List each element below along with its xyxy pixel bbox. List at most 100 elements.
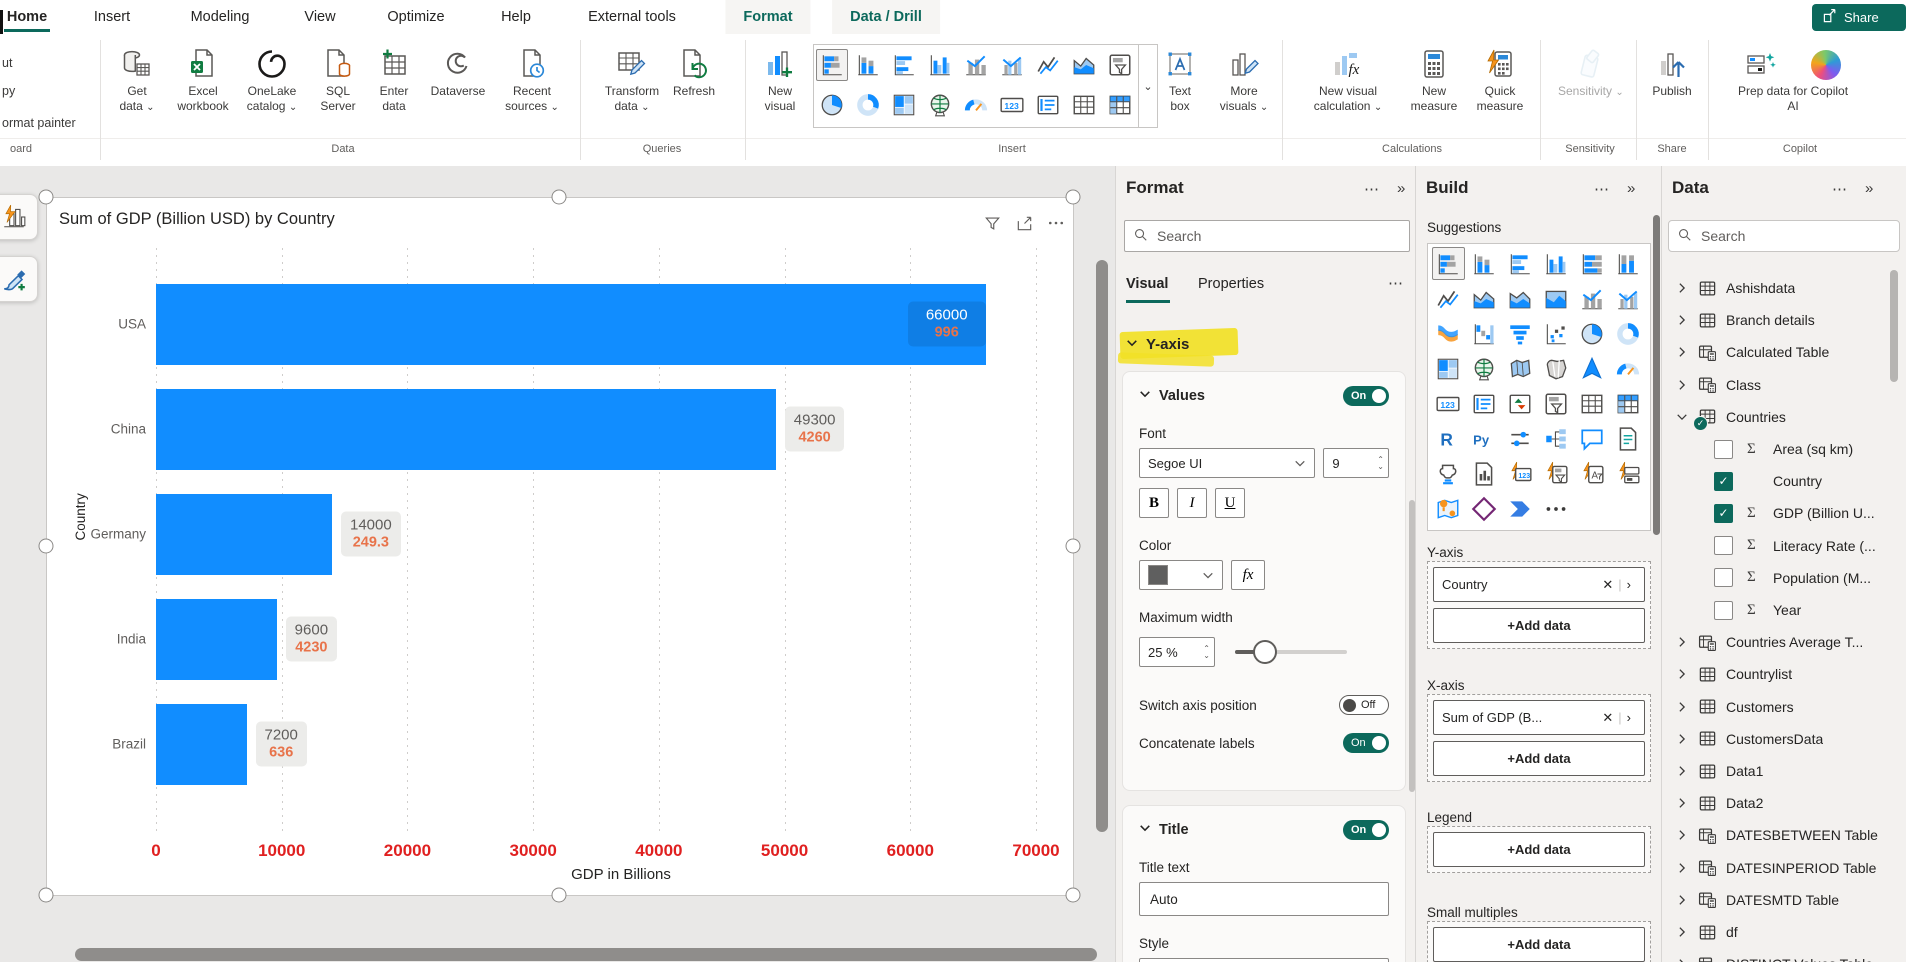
chevron-right-icon[interactable]	[1676, 829, 1690, 841]
visual-type-field-parameters[interactable]	[1505, 423, 1536, 454]
chevron-right-icon[interactable]	[1676, 862, 1690, 874]
chevron-right-icon[interactable]	[1676, 958, 1690, 962]
tab-visual[interactable]: Visual	[1126, 276, 1168, 292]
table-row-data1[interactable]: Data1	[1662, 756, 1894, 786]
ribbon-button-sql-server[interactable]: SQL Server	[306, 42, 370, 113]
visual-type-new-slicer[interactable]	[1541, 458, 1572, 489]
visual-type-new-card[interactable]: 123	[1505, 458, 1536, 489]
title-toggle[interactable]: On	[1343, 820, 1389, 840]
chevron-right-icon[interactable]	[1676, 765, 1690, 777]
bold-button[interactable]: B	[1139, 488, 1169, 518]
ribbon-button-new-visual[interactable]: New visual	[748, 42, 812, 113]
bar-china[interactable]	[156, 388, 776, 470]
visual-type-smart-narrative[interactable]	[1613, 423, 1644, 454]
donut-visual-icon[interactable]	[853, 90, 883, 120]
visual-type-table[interactable]	[1577, 388, 1608, 419]
table-row-countrylist[interactable]: Countrylist	[1662, 659, 1894, 689]
visual-resize-handle[interactable]	[1065, 189, 1081, 205]
visual-type-new-button-slicer[interactable]	[1613, 458, 1644, 489]
field-row-country[interactable]: ✓ Country	[1662, 466, 1894, 496]
slicer-visual-icon[interactable]	[1105, 50, 1135, 80]
remove-field-icon[interactable]: ✕	[1597, 710, 1618, 726]
chevron-right-icon[interactable]	[1676, 733, 1690, 745]
menu-tab-help[interactable]: Help	[501, 0, 531, 34]
field-checkbox[interactable]: ✓	[1714, 503, 1733, 523]
visual-type-donut[interactable]	[1613, 318, 1644, 349]
table-row-countries-average-t-[interactable]: Countries Average T...	[1662, 627, 1894, 657]
field-options-icon[interactable]: ›	[1622, 577, 1636, 592]
on-object-format-button[interactable]	[0, 256, 38, 302]
ribbon-button-new-visual-calculation[interactable]: fx New visual calculation ⌄	[1292, 42, 1404, 115]
visual-type-100-stacked-bar[interactable]	[1577, 248, 1608, 279]
field-pill[interactable]: Country ✕ | ›	[1433, 567, 1645, 602]
visual-type-treemap[interactable]	[1433, 353, 1464, 384]
table-row-datesmtd-table[interactable]: DATESMTD Table	[1662, 885, 1894, 915]
on-object-add-visual-button[interactable]	[0, 194, 38, 240]
visual-resize-handle[interactable]	[38, 887, 54, 903]
field-checkbox[interactable]	[1714, 600, 1733, 620]
style-select[interactable]	[1139, 958, 1389, 962]
section-y-axis[interactable]: Y-axis	[1126, 336, 1189, 353]
more-options-icon[interactable]: ⋯	[1594, 180, 1610, 198]
ribbon-button-new-measure[interactable]: New measure	[1402, 42, 1466, 113]
chevron-right-icon[interactable]	[1676, 346, 1690, 358]
visual-type-paginated-report[interactable]	[1469, 458, 1500, 489]
more-options-icon[interactable]: ⋯	[1388, 274, 1404, 292]
table-visual-icon[interactable]	[1069, 90, 1099, 120]
format-search-box[interactable]	[1124, 220, 1410, 252]
visual-type-azure-map[interactable]	[1577, 353, 1608, 384]
ribbon-button-sensitivity[interactable]: Sensitivity ⌄	[1558, 42, 1624, 101]
table-row-customersdata[interactable]: CustomersData	[1662, 724, 1894, 754]
concatenate-labels-toggle[interactable]: On	[1343, 733, 1389, 753]
menu-tab-optimize[interactable]: Optimize	[387, 0, 444, 34]
visual-type-card[interactable]: 123	[1433, 388, 1464, 419]
values-card-header[interactable]: Values On	[1139, 386, 1389, 406]
ribbon-button-more-visuals[interactable]: More visuals ⌄	[1212, 42, 1276, 115]
line-visual-icon[interactable]	[1033, 50, 1063, 80]
visual-type-power-apps[interactable]	[1469, 493, 1500, 524]
table-row-data2[interactable]: Data2	[1662, 788, 1894, 818]
add-data-button[interactable]: +Add data	[1433, 608, 1645, 643]
field-row-population-m-[interactable]: Σ Population (M...	[1662, 563, 1894, 593]
visual-resize-handle[interactable]	[1065, 887, 1081, 903]
field-checkbox[interactable]	[1714, 568, 1733, 588]
ribbon-button-refresh[interactable]: Refresh	[662, 42, 726, 99]
table-row-customers[interactable]: Customers	[1662, 692, 1894, 722]
card-visual-icon[interactable]: 123	[997, 90, 1027, 120]
title-text-input[interactable]: Auto	[1139, 882, 1389, 916]
menu-tab-modeling[interactable]: Modeling	[191, 0, 250, 34]
values-toggle[interactable]: On	[1343, 386, 1389, 406]
visual-type-line-clustered-column[interactable]	[1613, 283, 1644, 314]
menu-tab-view[interactable]: View	[304, 0, 335, 34]
visual-type-ribbon[interactable]	[1433, 318, 1464, 349]
visual-type-kpi[interactable]	[1505, 388, 1536, 419]
visual-type-waterfall[interactable]	[1469, 318, 1500, 349]
table-row-countries[interactable]: ✓ Countries	[1662, 402, 1894, 432]
menu-tab-home[interactable]: Home	[7, 0, 47, 34]
visual-type-decomposition-tree[interactable]	[1541, 423, 1572, 454]
chevron-right-icon[interactable]	[1676, 926, 1690, 938]
table-row-distinct-values-table[interactable]: DISTINCT Values Table	[1662, 949, 1894, 962]
visual-type-more-visuals-dots[interactable]	[1541, 493, 1572, 524]
collapse-pane-icon[interactable]: »	[1627, 180, 1636, 197]
ribbon-button-prep-data-for-copilot-ai[interactable]: Prep data for Copilot AI	[1708, 42, 1878, 113]
chevron-down-icon[interactable]	[1676, 411, 1690, 423]
visual-type-shape-map[interactable]	[1541, 353, 1572, 384]
area-visual-icon[interactable]	[1069, 50, 1099, 80]
visual-type-stacked-bar[interactable]	[1431, 247, 1465, 280]
line-stacked-column-visual-icon[interactable]	[961, 50, 991, 80]
title-card-header[interactable]: Title On	[1139, 820, 1389, 840]
more-options-icon[interactable]: ⋯	[1364, 180, 1380, 198]
table-row-datesbetween-table[interactable]: DATESBETWEEN Table	[1662, 820, 1894, 850]
stacked-column-visual-icon[interactable]	[853, 50, 883, 80]
visual-type-line-stacked-column[interactable]	[1577, 283, 1608, 314]
visual-type-funnel[interactable]	[1505, 318, 1536, 349]
collapse-pane-icon[interactable]: »	[1397, 180, 1406, 197]
table-row-ashishdata[interactable]: Ashishdata	[1662, 273, 1894, 303]
add-data-button[interactable]: +Add data	[1433, 832, 1645, 867]
table-row-branch-details[interactable]: Branch details	[1662, 305, 1894, 335]
focus-mode-icon[interactable]	[1013, 212, 1035, 234]
menu-tab-external-tools[interactable]: External tools	[588, 0, 676, 34]
more-options-icon[interactable]	[1045, 212, 1067, 234]
table-row-datesinperiod-table[interactable]: DATESINPERIOD Table	[1662, 853, 1894, 883]
